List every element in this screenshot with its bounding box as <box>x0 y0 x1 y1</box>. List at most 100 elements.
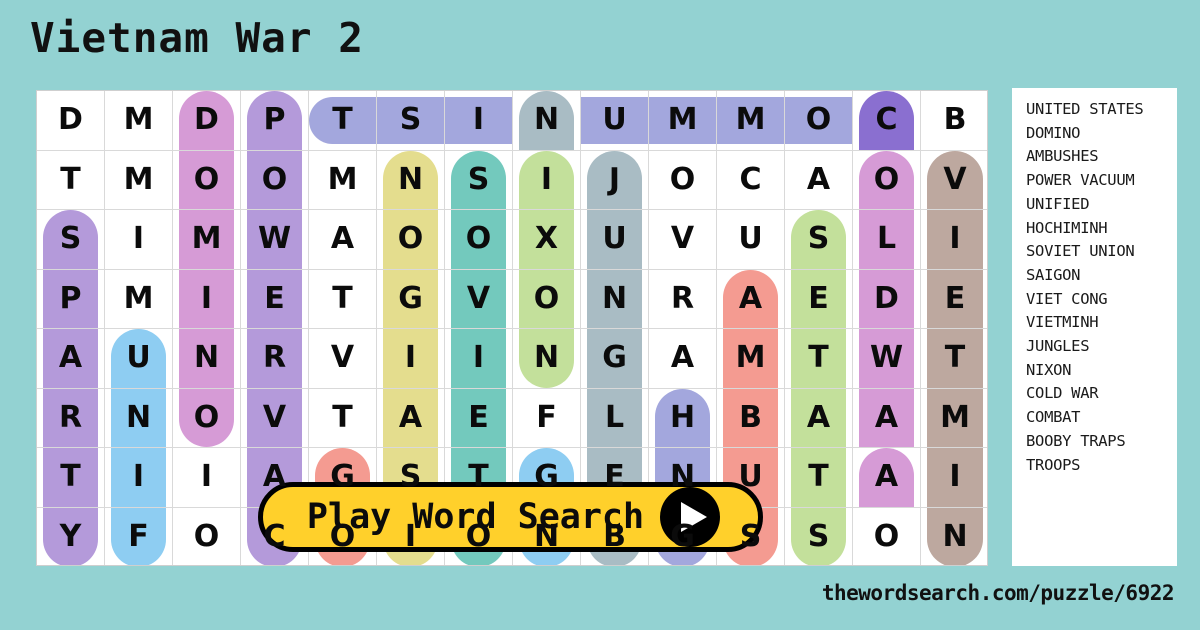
grid-cell[interactable]: M <box>309 150 377 210</box>
grid-letter: V <box>466 280 491 316</box>
grid-cell[interactable]: I <box>445 91 513 151</box>
grid-cell[interactable]: N <box>581 269 649 329</box>
grid-cell[interactable]: L <box>581 388 649 448</box>
grid-cell[interactable]: S <box>785 507 853 565</box>
grid-cell[interactable]: N <box>513 91 581 151</box>
grid-cell[interactable]: M <box>173 210 241 270</box>
grid-cell[interactable]: E <box>445 388 513 448</box>
grid-cell[interactable]: N <box>513 329 581 389</box>
grid-cell[interactable]: Y <box>37 507 105 565</box>
grid-cell[interactable]: A <box>377 388 445 448</box>
word-list-item: UNITED STATES <box>1026 100 1144 118</box>
grid-cell[interactable]: T <box>309 388 377 448</box>
grid-cell[interactable]: N <box>921 507 987 565</box>
grid-cell[interactable]: G <box>377 269 445 329</box>
grid-cell[interactable]: H <box>649 388 717 448</box>
grid-cell[interactable]: N <box>377 150 445 210</box>
grid-cell[interactable]: T <box>785 329 853 389</box>
grid-cell[interactable]: W <box>241 210 309 270</box>
grid-cell[interactable]: O <box>649 150 717 210</box>
grid-cell[interactable]: U <box>717 210 785 270</box>
grid-cell[interactable]: V <box>649 210 717 270</box>
grid-cell[interactable]: N <box>105 388 173 448</box>
grid-cell[interactable]: F <box>513 388 581 448</box>
grid-cell[interactable]: A <box>37 329 105 389</box>
grid-cell[interactable]: M <box>717 91 785 151</box>
grid-cell[interactable]: S <box>445 150 513 210</box>
grid-cell[interactable]: M <box>105 269 173 329</box>
grid-cell[interactable]: D <box>173 91 241 151</box>
grid-cell[interactable]: G <box>581 329 649 389</box>
grid-cell[interactable]: O <box>513 269 581 329</box>
grid-cell[interactable]: R <box>241 329 309 389</box>
grid-cell[interactable]: S <box>377 91 445 151</box>
grid-cell[interactable]: P <box>37 269 105 329</box>
grid-cell[interactable]: T <box>309 91 377 151</box>
grid-cell[interactable]: I <box>921 210 987 270</box>
grid-cell[interactable]: P <box>241 91 309 151</box>
grid-cell[interactable]: R <box>37 388 105 448</box>
grid-cell[interactable]: T <box>309 269 377 329</box>
grid-cell[interactable]: I <box>105 210 173 270</box>
grid-cell[interactable]: O <box>173 388 241 448</box>
grid-cell[interactable]: J <box>581 150 649 210</box>
grid-cell[interactable]: R <box>649 269 717 329</box>
grid-cell[interactable]: O <box>241 150 309 210</box>
grid-cell[interactable]: T <box>921 329 987 389</box>
grid-cell[interactable]: D <box>37 91 105 151</box>
grid-cell[interactable]: L <box>853 210 921 270</box>
grid-cell[interactable]: B <box>921 91 987 151</box>
grid-cell[interactable]: E <box>921 269 987 329</box>
grid-cell[interactable]: O <box>853 507 921 565</box>
grid-cell[interactable]: N <box>173 329 241 389</box>
grid-cell[interactable]: O <box>173 507 241 565</box>
grid-cell[interactable]: T <box>37 448 105 508</box>
grid-cell[interactable]: T <box>785 448 853 508</box>
grid-cell[interactable]: S <box>37 210 105 270</box>
grid-cell[interactable]: I <box>377 329 445 389</box>
grid-cell[interactable]: I <box>105 448 173 508</box>
grid-cell[interactable]: X <box>513 210 581 270</box>
grid-cell[interactable]: V <box>445 269 513 329</box>
grid-cell[interactable]: A <box>649 329 717 389</box>
grid-cell[interactable]: U <box>581 210 649 270</box>
grid-letter: V <box>262 399 287 435</box>
grid-cell[interactable]: A <box>785 388 853 448</box>
grid-cell[interactable]: A <box>785 150 853 210</box>
grid-cell[interactable]: E <box>785 269 853 329</box>
grid-cell[interactable]: A <box>853 448 921 508</box>
grid-cell[interactable]: C <box>853 91 921 151</box>
grid-cell[interactable]: I <box>445 329 513 389</box>
grid-cell[interactable]: I <box>173 448 241 508</box>
grid-cell[interactable]: I <box>921 448 987 508</box>
grid-cell[interactable]: M <box>717 329 785 389</box>
grid-cell[interactable]: U <box>105 329 173 389</box>
grid-cell[interactable]: V <box>921 150 987 210</box>
grid-cell[interactable]: T <box>37 150 105 210</box>
grid-cell[interactable]: O <box>445 210 513 270</box>
grid-cell[interactable]: M <box>921 388 987 448</box>
grid-cell[interactable]: E <box>241 269 309 329</box>
grid-letter: F <box>128 519 149 555</box>
grid-cell[interactable]: A <box>309 210 377 270</box>
grid-cell[interactable]: M <box>105 150 173 210</box>
grid-cell[interactable]: U <box>581 91 649 151</box>
grid-cell[interactable]: V <box>309 329 377 389</box>
grid-cell[interactable]: F <box>105 507 173 565</box>
grid-cell[interactable]: I <box>173 269 241 329</box>
grid-cell[interactable]: A <box>717 269 785 329</box>
grid-cell[interactable]: B <box>717 388 785 448</box>
grid-cell[interactable]: O <box>377 210 445 270</box>
grid-cell[interactable]: O <box>785 91 853 151</box>
grid-cell[interactable]: O <box>853 150 921 210</box>
grid-cell[interactable]: O <box>173 150 241 210</box>
grid-cell[interactable]: A <box>853 388 921 448</box>
grid-cell[interactable]: D <box>853 269 921 329</box>
grid-cell[interactable]: V <box>241 388 309 448</box>
grid-cell[interactable]: W <box>853 329 921 389</box>
grid-cell[interactable]: I <box>513 150 581 210</box>
grid-cell[interactable]: S <box>785 210 853 270</box>
grid-cell[interactable]: M <box>649 91 717 151</box>
grid-cell[interactable]: C <box>717 150 785 210</box>
grid-cell[interactable]: M <box>105 91 173 151</box>
